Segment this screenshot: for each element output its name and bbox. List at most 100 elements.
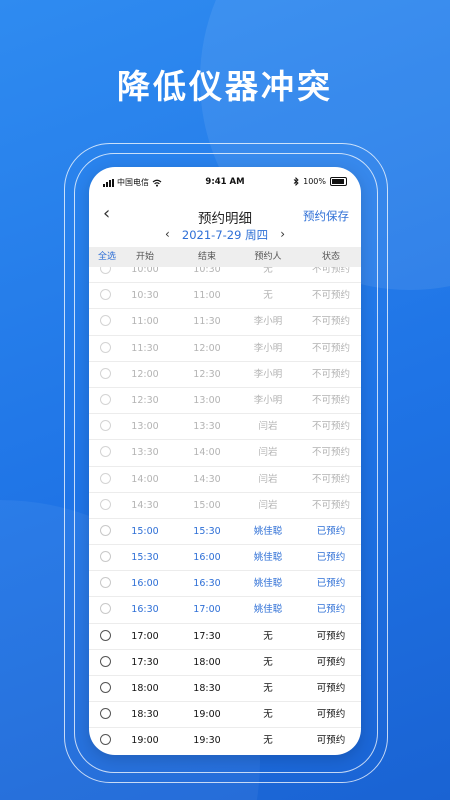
row-end: 16:00 [193, 552, 221, 564]
row-person: 姚佳聪 [253, 552, 283, 564]
row-status: 可预约 [316, 709, 346, 721]
status-bar: 中国电信 9:41 AM 100% [103, 177, 347, 191]
row-status: 不可预约 [311, 342, 350, 354]
row-select-radio[interactable] [100, 655, 111, 667]
row-select-radio [100, 420, 111, 432]
nav-bar: ‹ 预约明细 预约保存 [89, 203, 361, 227]
table-row: 10:30 11:00 无 不可预约 [89, 283, 361, 310]
row-select-radio [100, 393, 111, 405]
row-end: 14:00 [193, 447, 221, 459]
phone-screen: 中国电信 9:41 AM 100% ‹ 预约明细 预约保存 ‹ 2021-7-2… [89, 167, 361, 755]
table-row: 14:30 15:00 闫岩 不可预约 [89, 493, 361, 519]
prev-day-chevron-icon[interactable]: ‹ [165, 227, 170, 241]
row-start: 19:00 [131, 735, 159, 747]
row-status: 不可预约 [311, 368, 350, 380]
row-person: 李小明 [253, 316, 283, 328]
table-row: 16:00 16:30 姚佳聪 已预约 [89, 571, 361, 598]
row-end: 13:30 [193, 421, 221, 433]
table-row: 10:00 10:30 无 不可预约 [89, 267, 361, 284]
row-start: 12:00 [131, 368, 159, 380]
table-row[interactable]: 18:00 18:30 无 可预约 [89, 676, 361, 703]
row-person: 无 [263, 290, 273, 302]
row-end: 19:30 [193, 735, 221, 747]
promo-headline: 降低仪器冲突 [117, 67, 333, 106]
table-row: 15:00 15:30 姚佳聪 已预约 [89, 519, 361, 546]
row-end: 10:30 [193, 267, 221, 275]
row-select-radio[interactable] [100, 734, 111, 746]
row-status: 可预约 [316, 656, 346, 668]
table-row: 13:30 14:00 闫岩 不可预约 [89, 440, 361, 467]
row-select-radio [100, 524, 111, 536]
row-start: 11:00 [131, 316, 159, 328]
row-start: 17:00 [131, 630, 159, 642]
row-select-radio [100, 267, 111, 274]
table-row: 11:30 12:00 李小明 不可预约 [89, 336, 361, 362]
table-row[interactable]: 18:30 19:00 无 可预约 [89, 702, 361, 729]
row-select-radio[interactable] [100, 629, 111, 641]
save-booking-button[interactable]: 预约保存 [303, 208, 349, 224]
row-end: 14:30 [193, 473, 221, 485]
table-row: 14:00 14:30 闫岩 不可预约 [89, 467, 361, 493]
row-end: 18:30 [193, 683, 221, 694]
row-person: 无 [263, 683, 273, 694]
row-start: 17:30 [131, 656, 159, 668]
row-person: 无 [263, 656, 273, 668]
select-all-button[interactable]: 全选 [89, 247, 125, 267]
row-status: 不可预约 [311, 421, 350, 433]
date-label: 2021-7-29 [181, 228, 242, 242]
row-person: 姚佳聪 [253, 578, 283, 590]
weekday-label: 周四 [245, 228, 269, 242]
row-status: 可预约 [316, 630, 346, 642]
row-start: 14:30 [131, 499, 159, 511]
row-person: 无 [263, 630, 273, 642]
table-row: 15:30 16:00 姚佳聪 已预约 [89, 545, 361, 572]
row-start: 15:00 [131, 525, 159, 537]
row-status: 不可预约 [311, 473, 350, 485]
column-end: 结束 [197, 252, 216, 262]
row-person: 无 [263, 735, 273, 747]
row-person: 无 [263, 267, 273, 275]
row-status: 可预约 [316, 683, 346, 694]
row-person: 姚佳聪 [253, 525, 283, 537]
row-end: 11:30 [193, 316, 221, 328]
row-select-radio[interactable] [100, 682, 111, 693]
table-row: 12:30 13:00 李小明 不可预约 [89, 388, 361, 415]
row-end: 17:00 [193, 604, 221, 616]
row-start: 16:00 [131, 578, 159, 590]
row-end: 12:30 [193, 368, 221, 380]
row-person: 无 [263, 709, 273, 721]
date-selector: ‹ 2021-7-29 周四 › [89, 227, 361, 245]
row-person: 李小明 [253, 394, 283, 406]
table-row[interactable]: 19:00 19:30 无 可预约 [89, 728, 361, 747]
row-status: 不可预约 [311, 316, 350, 328]
row-end: 17:30 [193, 630, 221, 642]
row-select-radio [100, 472, 111, 484]
row-end: 18:00 [193, 656, 221, 668]
row-status: 不可预约 [311, 447, 350, 459]
row-select-radio [100, 498, 111, 510]
booking-table[interactable]: 10:00 10:30 无不可预约 10:30 11:00 无不可预约 11:00 11:30… [89, 267, 361, 747]
table-row[interactable]: 17:00 17:30 无 可预约 [89, 624, 361, 650]
row-person: 李小明 [253, 342, 283, 354]
column-person: 预约人 [254, 252, 282, 262]
table-row[interactable]: 17:30 18:00 无 可预约 [89, 650, 361, 676]
table-row: 12:00 12:30 李小明 不可预约 [89, 362, 361, 388]
row-start: 15:30 [131, 552, 159, 564]
table-row: 16:30 17:00 姚佳聪 已预约 [89, 597, 361, 624]
column-status: 状态 [321, 252, 340, 262]
row-end: 15:30 [193, 525, 221, 537]
row-end: 16:30 [193, 578, 221, 590]
row-status: 不可预约 [311, 290, 350, 302]
row-start: 18:30 [131, 709, 159, 721]
row-select-radio[interactable] [100, 708, 111, 720]
next-day-chevron-icon[interactable]: › [280, 227, 285, 241]
row-select-radio [100, 315, 111, 327]
battery-label: 100% [303, 177, 326, 186]
row-end: 19:00 [193, 709, 221, 721]
row-person: 闫岩 [258, 499, 278, 511]
row-start: 14:00 [131, 473, 159, 485]
row-status: 已预约 [316, 552, 346, 564]
row-select-radio [100, 577, 111, 589]
row-start: 16:30 [131, 604, 159, 616]
row-person: 李小明 [253, 368, 283, 380]
